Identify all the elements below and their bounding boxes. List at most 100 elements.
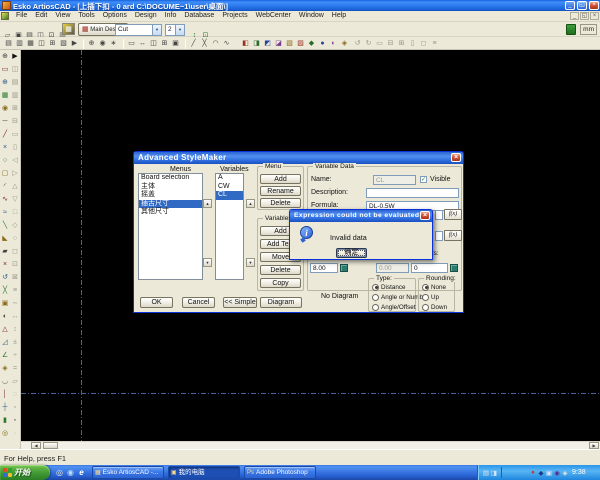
tool-icon[interactable]: ─	[0, 117, 10, 127]
tool-icon[interactable]: ◫	[10, 65, 20, 75]
tool-icon[interactable]: ◈	[0, 364, 10, 374]
toolbar-icon[interactable]: ⊞	[159, 38, 170, 49]
tool-icon[interactable]: ▢	[0, 169, 10, 179]
toolbar-icon[interactable]: ◫	[148, 38, 159, 49]
tool-icon[interactable]: ▱	[10, 377, 20, 387]
radio-option[interactable]: Up	[422, 292, 447, 302]
list-item[interactable]: Board selection	[139, 174, 202, 183]
radio-option[interactable]: None	[422, 282, 447, 292]
tool-icon[interactable]: ∿	[0, 195, 10, 205]
scrollbar-thumb[interactable]	[43, 442, 58, 449]
menu-item[interactable]: Database	[180, 11, 218, 22]
toolbar-icon[interactable]: ▣	[170, 38, 181, 49]
tool-icon[interactable]: ◣	[0, 234, 10, 244]
tool-icon[interactable]: ⊟	[10, 117, 20, 127]
tool-icon[interactable]: ○	[10, 234, 20, 244]
menu-item[interactable]: Window	[295, 11, 328, 22]
tool-icon[interactable]: ▣	[0, 299, 10, 309]
quick-launch-icon[interactable]: e	[76, 466, 87, 479]
tool-icon[interactable]: ▽	[10, 195, 20, 205]
tool-icon[interactable]: ◿	[0, 338, 10, 348]
toolbar-icon[interactable]: ↻	[363, 38, 374, 49]
minimize-button[interactable]: _	[565, 1, 575, 10]
move-down-button[interactable]: ▼	[246, 258, 255, 267]
fx-formula-button[interactable]: f(x)	[444, 230, 462, 241]
tool-icon[interactable]: ◡	[0, 377, 10, 387]
menu-item[interactable]: Info	[161, 11, 181, 22]
toolbar-icon[interactable]: ◠	[210, 38, 221, 49]
tool-icon[interactable]: ◐	[0, 312, 10, 322]
toolbar-icon[interactable]: ◻	[418, 38, 429, 49]
document-icon[interactable]	[1, 12, 9, 20]
radio-icon[interactable]	[422, 304, 429, 311]
tool-icon[interactable]: ≈	[0, 208, 10, 218]
tray-icon[interactable]: ◆	[537, 469, 545, 477]
tool-icon[interactable]: ▥	[10, 91, 20, 101]
move-up-button[interactable]: ▲	[246, 199, 255, 208]
tool-icon[interactable]: ±	[10, 338, 20, 348]
horizontal-scrollbar[interactable]: ◀ ▶	[21, 441, 600, 449]
close-button[interactable]: ×	[589, 1, 599, 10]
tool-icon[interactable]: ×	[0, 260, 10, 270]
tool-icon[interactable]: ⊡	[10, 260, 20, 270]
toolbar-icon[interactable]: ▦	[25, 38, 36, 49]
start-button[interactable]: 开始	[0, 465, 50, 480]
toolbar-icon[interactable]: ⊞	[47, 38, 58, 49]
chevron-down-icon[interactable]: ▼	[152, 25, 161, 35]
toolbar-icon[interactable]: ◫	[36, 38, 47, 49]
tool-icon[interactable]: ◁	[10, 156, 20, 166]
mdi-restore-button[interactable]: ◱	[580, 12, 589, 20]
toolbar-icon[interactable]: ▭	[126, 38, 137, 49]
menu-action-button[interactable]: Add	[260, 174, 301, 184]
radio-icon[interactable]	[372, 284, 379, 291]
tool-icon[interactable]: ↕	[10, 325, 20, 335]
tool-icon[interactable]: ≡	[10, 286, 20, 296]
visible-checkbox[interactable]: ✓	[420, 176, 427, 183]
list-item[interactable]: CW	[216, 183, 243, 192]
toolbar-icon[interactable]: ▨	[295, 38, 306, 49]
menu-action-button[interactable]: Delete	[260, 198, 301, 208]
toolbar-icon[interactable]: ◪	[273, 38, 284, 49]
toolbar-icon[interactable]: ⊟	[385, 38, 396, 49]
toolbar-icon[interactable]: ▶	[69, 38, 80, 49]
move-down-button[interactable]: ▼	[203, 258, 212, 267]
task-button[interactable]: ▣我的电脑	[168, 466, 240, 479]
tray-icon[interactable]: ▣	[545, 469, 553, 477]
dialog-title-bar[interactable]: Advanced StyleMaker	[134, 152, 463, 164]
tray-icon[interactable]: ◈	[561, 469, 569, 477]
tool-icon[interactable]: ↺	[0, 273, 10, 283]
tool-icon[interactable]: ▯	[10, 143, 20, 153]
toolbar-icon[interactable]: ●	[317, 38, 328, 49]
quick-launch-icon[interactable]: ◎	[54, 466, 65, 479]
toolbar-icon[interactable]: ◈	[339, 38, 350, 49]
tool-icon[interactable]: ·	[10, 429, 20, 439]
ok-button[interactable]: OK	[140, 297, 173, 308]
tool-icon[interactable]: ▮	[0, 416, 10, 426]
tool-icon[interactable]: ╲	[0, 221, 10, 231]
variables-listbox[interactable]: ACWCL	[215, 173, 244, 280]
mdi-close-button[interactable]: ×	[590, 12, 599, 20]
language-bar-icon[interactable]: ◨	[490, 469, 498, 477]
menu-action-button[interactable]: Rename	[260, 186, 301, 196]
tray-icon[interactable]: ●	[529, 469, 537, 476]
tool-icon[interactable]: ◇	[10, 221, 20, 231]
tool-icon[interactable]: ◻	[10, 247, 20, 257]
toolbar-icon[interactable]: ▥	[14, 38, 25, 49]
tool-icon[interactable]: ▪	[10, 416, 20, 426]
tool-icon[interactable]: ⊞	[10, 104, 20, 114]
radio-icon[interactable]	[422, 284, 429, 291]
toolbar-icon[interactable]: ∿	[221, 38, 232, 49]
toolbar-icon[interactable]: ◨	[251, 38, 262, 49]
toolbar-icon[interactable]: ↔	[137, 38, 148, 49]
cancel-button[interactable]: Cancel	[182, 297, 215, 308]
tool-icon[interactable]: ÷	[10, 351, 20, 361]
toolbar-icon[interactable]: ▯	[407, 38, 418, 49]
tool-icon[interactable]: ┼	[0, 403, 10, 413]
menu-item[interactable]: Edit	[31, 11, 51, 22]
mdi-minimize-button[interactable]: _	[570, 12, 579, 20]
tool-icon[interactable]: │	[0, 390, 10, 400]
toolbar-icon[interactable]: ▤	[3, 38, 14, 49]
radio-option[interactable]: Down	[422, 302, 447, 312]
tool-icon[interactable]: ↔	[10, 312, 20, 322]
tool-icon[interactable]: ◜	[0, 182, 10, 192]
